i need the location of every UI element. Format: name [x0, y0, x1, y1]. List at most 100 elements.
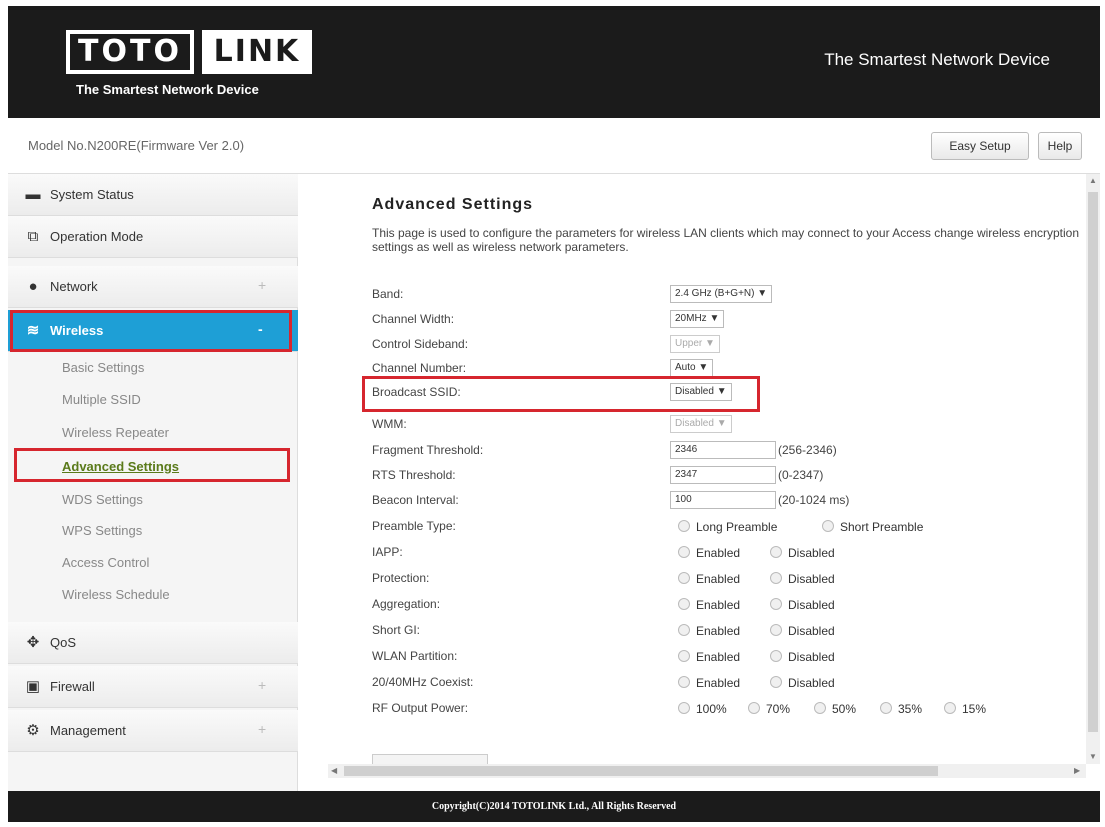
fragment-threshold-label: Fragment Threshold: — [372, 443, 484, 457]
easy-setup-button[interactable]: Easy Setup — [931, 132, 1029, 160]
protection-label: Protection: — [372, 571, 430, 585]
rf-50-radio[interactable] — [814, 702, 826, 714]
band-label: Band: — [372, 287, 404, 301]
protection-disabled-label: Disabled — [788, 572, 835, 586]
protection-row: Protection: Enabled Disabled — [372, 568, 1090, 590]
wmm-row: WMM: Disabled ▼ — [372, 414, 1090, 436]
submenu-wds-settings[interactable]: WDS Settings — [62, 492, 143, 507]
sidebar-item-operation-mode[interactable]: ⧉ Operation Mode — [8, 216, 298, 258]
horizontal-scrollbar[interactable]: ◀ ▶ — [328, 764, 1086, 778]
aggregation-disabled-radio[interactable] — [770, 598, 782, 610]
fragment-threshold-input[interactable]: 2346 — [670, 441, 776, 459]
scroll-right-icon[interactable]: ▶ — [1074, 766, 1080, 775]
sidebar-item-label: Network — [50, 279, 98, 294]
aggregation-row: Aggregation: Enabled Disabled — [372, 594, 1090, 616]
short-gi-enabled-radio[interactable] — [678, 624, 690, 636]
iapp-enabled-radio[interactable] — [678, 546, 690, 558]
rts-threshold-row: RTS Threshold: 2347 (0-2347) — [372, 465, 1090, 487]
router-admin-page: TOTO LINK The Smartest Network Device Th… — [8, 6, 1100, 822]
aggregation-disabled-label: Disabled — [788, 598, 835, 612]
sidebar-item-management[interactable]: ⚙ Management + — [8, 710, 298, 752]
preamble-long-radio[interactable] — [678, 520, 690, 532]
rts-threshold-input[interactable]: 2347 — [670, 466, 776, 484]
sidebar-item-system-status[interactable]: ▬ System Status — [8, 174, 298, 216]
rf-35-radio[interactable] — [880, 702, 892, 714]
scroll-down-icon[interactable]: ▼ — [1089, 752, 1097, 761]
submenu-wps-settings[interactable]: WPS Settings — [62, 523, 142, 538]
help-button[interactable]: Help — [1038, 132, 1082, 160]
protection-disabled-radio[interactable] — [770, 572, 782, 584]
submenu-multiple-ssid[interactable]: Multiple SSID — [62, 392, 141, 407]
highlight-box — [10, 310, 292, 352]
rts-threshold-range: (0-2347) — [778, 468, 824, 482]
wlan-partition-enabled-label: Enabled — [696, 650, 741, 664]
aggregation-enabled-radio[interactable] — [678, 598, 690, 610]
iapp-disabled-label: Disabled — [788, 546, 835, 560]
control-sideband-select[interactable]: Upper ▼ — [670, 335, 720, 353]
rf-output-power-label: RF Output Power: — [372, 701, 469, 715]
rf-output-power-row: RF Output Power: 100% 70% 50% 35% 15% — [372, 698, 1090, 720]
qos-icon: ✥ — [26, 634, 40, 651]
rts-threshold-label: RTS Threshold: — [372, 468, 456, 482]
submenu-basic-settings[interactable]: Basic Settings — [62, 360, 144, 375]
sidebar-item-qos[interactable]: ✥ QoS — [8, 622, 298, 664]
coexist-label: 20/40MHz Coexist: — [372, 675, 474, 689]
coexist-disabled-label: Disabled — [788, 676, 835, 690]
sidebar-item-firewall[interactable]: ▣ Firewall + — [8, 666, 298, 708]
protection-enabled-radio[interactable] — [678, 572, 690, 584]
preamble-short-label: Short Preamble — [840, 520, 924, 534]
rf-50-label: 50% — [832, 702, 857, 716]
iapp-enabled-label: Enabled — [696, 546, 741, 560]
rf-35-label: 35% — [898, 702, 923, 716]
wlan-partition-enabled-radio[interactable] — [678, 650, 690, 662]
short-gi-disabled-radio[interactable] — [770, 624, 782, 636]
sidebar-item-network[interactable]: ● Network + — [8, 266, 298, 308]
wlan-partition-label: WLAN Partition: — [372, 649, 458, 663]
horizontal-scroll-thumb[interactable] — [344, 766, 938, 776]
control-sideband-label: Control Sideband: — [372, 337, 469, 351]
coexist-disabled-radio[interactable] — [770, 676, 782, 688]
apply-button-partial[interactable] — [372, 754, 488, 764]
coexist-enabled-radio[interactable] — [678, 676, 690, 688]
short-gi-enabled-label: Enabled — [696, 624, 741, 638]
expand-icon: + — [258, 721, 267, 737]
lock-icon: ▣ — [25, 678, 41, 695]
beacon-interval-input[interactable]: 100 — [670, 491, 776, 509]
channel-number-label: Channel Number: — [372, 361, 467, 375]
rf-15-radio[interactable] — [944, 702, 956, 714]
rf-70-label: 70% — [766, 702, 791, 716]
channel-number-select[interactable]: Auto ▼ — [670, 359, 714, 377]
wmm-label: WMM: — [372, 417, 407, 431]
expand-icon: + — [258, 677, 267, 693]
rf-100-label: 100% — [696, 702, 727, 716]
channel-width-select[interactable]: 20MHz ▼ — [670, 310, 725, 328]
beacon-interval-label: Beacon Interval: — [372, 493, 459, 507]
header-tagline: The Smartest Network Device — [824, 50, 1050, 69]
channel-width-row: Channel Width: 20MHz ▼ — [372, 309, 1090, 331]
sidebar-item-label: Operation Mode — [50, 229, 144, 244]
scroll-left-icon[interactable]: ◀ — [331, 766, 337, 775]
submenu-wireless-repeater[interactable]: Wireless Repeater — [62, 425, 169, 440]
iapp-disabled-radio[interactable] — [770, 546, 782, 558]
wlan-partition-disabled-radio[interactable] — [770, 650, 782, 662]
logo-link: LINK — [202, 30, 312, 74]
vertical-scrollbar[interactable]: ▲ ▼ — [1086, 174, 1100, 764]
aggregation-label: Aggregation: — [372, 597, 441, 611]
scroll-up-icon[interactable]: ▲ — [1089, 176, 1097, 185]
preamble-short-radio[interactable] — [822, 520, 834, 532]
iapp-label: IAPP: — [372, 545, 403, 559]
sidebar-item-label: System Status — [50, 187, 134, 202]
short-gi-disabled-label: Disabled — [788, 624, 835, 638]
submenu-wireless-schedule[interactable]: Wireless Schedule — [62, 587, 170, 602]
submenu-access-control[interactable]: Access Control — [62, 555, 149, 570]
vertical-scroll-thumb[interactable] — [1088, 192, 1098, 732]
logo-subtitle: The Smartest Network Device — [76, 82, 259, 97]
band-select[interactable]: 2.4 GHz (B+G+N) ▼ — [670, 285, 773, 303]
short-gi-row: Short GI: Enabled Disabled — [372, 620, 1090, 642]
wmm-select[interactable]: Disabled ▼ — [670, 415, 732, 433]
preamble-type-label: Preamble Type: — [372, 519, 456, 533]
rf-100-radio[interactable] — [678, 702, 690, 714]
rf-70-radio[interactable] — [748, 702, 760, 714]
sidebar: ▬ System Status ⧉ Operation Mode ● Netwo… — [8, 174, 298, 791]
chat-icon: ▬ — [25, 186, 41, 203]
